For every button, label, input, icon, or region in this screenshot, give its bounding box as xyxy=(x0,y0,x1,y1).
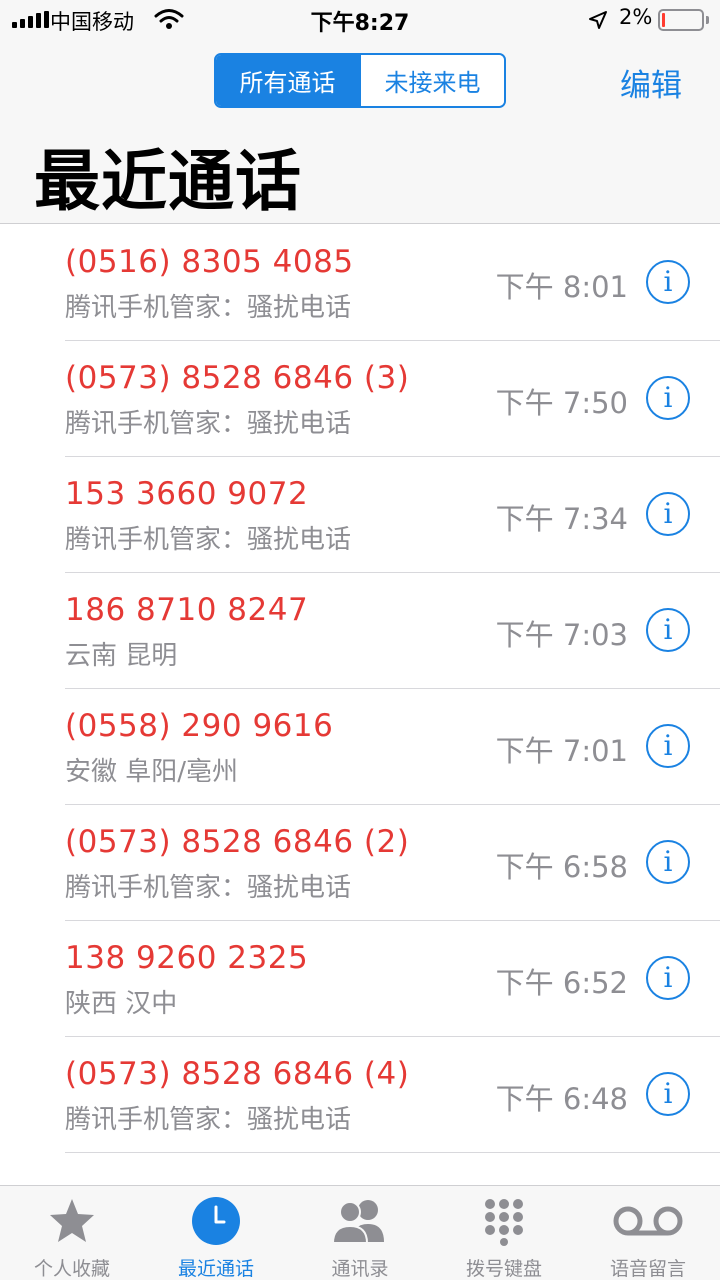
call-row[interactable]: (0573) 8528 6846 (2) 腾讯手机管家：骚扰电话 下午 6:58… xyxy=(0,805,720,921)
tab-recents[interactable]: 最近通话 xyxy=(144,1186,288,1280)
edit-button[interactable]: 编辑 xyxy=(620,60,682,105)
tab-bar: 个人收藏 最近通话 通讯录 拨号键盘 语音留言 xyxy=(0,1185,720,1280)
call-description: 腾讯手机管家：骚扰电话 xyxy=(65,409,352,439)
segment-all-calls[interactable]: 所有通话 xyxy=(216,55,359,106)
call-description: 腾讯手机管家：骚扰电话 xyxy=(65,525,352,555)
call-row[interactable]: 138 9260 2325 陕西 汉中 下午 6:52 i xyxy=(0,921,720,1037)
call-number: (0573) 8528 6846 (4) xyxy=(65,1056,410,1092)
call-time: 下午 6:58 xyxy=(495,850,628,884)
call-number: (0516) 8305 4085 xyxy=(65,244,354,280)
segment-missed-calls[interactable]: 未接来电 xyxy=(359,55,504,106)
call-time: 下午 6:52 xyxy=(495,966,628,1000)
info-icon[interactable]: i xyxy=(646,724,690,768)
call-row[interactable]: 186 8710 8247 云南 昆明 下午 7:03 i xyxy=(0,573,720,689)
call-time: 下午 7:34 xyxy=(495,502,628,536)
call-row[interactable]: (0558) 290 9616 安徽 阜阳/亳州 下午 7:01 i xyxy=(0,689,720,805)
page-title: 最近通话 xyxy=(34,143,302,220)
contacts-icon xyxy=(331,1200,384,1244)
location-arrow-icon xyxy=(589,11,607,29)
status-time: 下午8:27 xyxy=(310,11,410,36)
call-row[interactable]: 153 3660 9072 腾讯手机管家：骚扰电话 下午 7:34 i xyxy=(0,457,720,573)
tab-label: 个人收藏 xyxy=(33,1258,110,1280)
info-icon[interactable]: i xyxy=(646,840,690,884)
battery-cap xyxy=(706,16,709,24)
call-number: 138 9260 2325 xyxy=(65,940,309,976)
call-description: 腾讯手机管家：骚扰电话 xyxy=(65,873,352,903)
call-number: (0573) 8528 6846 (3) xyxy=(65,360,410,396)
call-description: 腾讯手机管家：骚扰电话 xyxy=(65,1105,352,1135)
info-icon[interactable]: i xyxy=(646,956,690,1000)
header: 中国移动 下午8:27 2% 所有通话 未接来电 编辑 最近通话 xyxy=(0,0,720,224)
recent-calls-list: (0516) 8305 4085 腾讯手机管家：骚扰电话 下午 8:01 i (… xyxy=(0,225,720,1185)
call-description: 云南 昆明 xyxy=(65,641,178,671)
call-description: 腾讯手机管家：骚扰电话 xyxy=(65,293,352,323)
info-icon[interactable]: i xyxy=(646,492,690,536)
call-number: 153 3660 9072 xyxy=(65,476,309,512)
call-row[interactable]: (0573) 8528 6846 (3) 腾讯手机管家：骚扰电话 下午 7:50… xyxy=(0,341,720,457)
call-time: 下午 7:50 xyxy=(495,386,628,420)
tab-keypad[interactable]: 拨号键盘 xyxy=(432,1186,576,1280)
call-row[interactable]: (0573) 8528 6846 (4) 腾讯手机管家：骚扰电话 下午 6:48… xyxy=(0,1037,720,1153)
info-icon[interactable]: i xyxy=(646,1072,690,1116)
tab-label: 语音留言 xyxy=(609,1258,686,1280)
clock-icon xyxy=(192,1197,240,1245)
battery-percent: 2% xyxy=(619,5,653,29)
battery-level-fill xyxy=(662,13,665,27)
call-time: 下午 6:48 xyxy=(495,1082,628,1116)
call-number: 186 8710 8247 xyxy=(65,592,309,628)
battery-icon xyxy=(658,9,704,31)
call-row[interactable]: (0516) 8305 4085 腾讯手机管家：骚扰电话 下午 8:01 i xyxy=(0,225,720,341)
tab-voicemail[interactable]: 语音留言 xyxy=(576,1186,720,1280)
info-icon[interactable]: i xyxy=(646,376,690,420)
call-time: 下午 8:01 xyxy=(495,270,628,304)
tab-favorites[interactable]: 个人收藏 xyxy=(0,1186,144,1280)
tab-label: 通讯录 xyxy=(331,1258,389,1280)
info-icon[interactable]: i xyxy=(646,260,690,304)
call-number: (0558) 290 9616 xyxy=(65,708,334,744)
call-number: (0573) 8528 6846 (2) xyxy=(65,824,410,860)
status-bar: 中国移动 下午8:27 2% xyxy=(0,0,720,40)
tab-contacts[interactable]: 通讯录 xyxy=(288,1186,432,1280)
call-filter-segmented-control: 所有通话 未接来电 xyxy=(214,53,506,108)
call-time: 下午 7:01 xyxy=(495,734,628,768)
star-icon xyxy=(50,1199,94,1242)
call-description: 陕西 汉中 xyxy=(65,989,178,1019)
tab-label: 拨号键盘 xyxy=(465,1258,542,1280)
info-icon[interactable]: i xyxy=(646,608,690,652)
keypad-icon xyxy=(485,1199,523,1246)
call-description: 安徽 阜阳/亳州 xyxy=(65,757,239,787)
tab-label: 最近通话 xyxy=(177,1258,254,1280)
voicemail-icon xyxy=(613,1206,683,1236)
call-time: 下午 7:03 xyxy=(495,618,628,652)
